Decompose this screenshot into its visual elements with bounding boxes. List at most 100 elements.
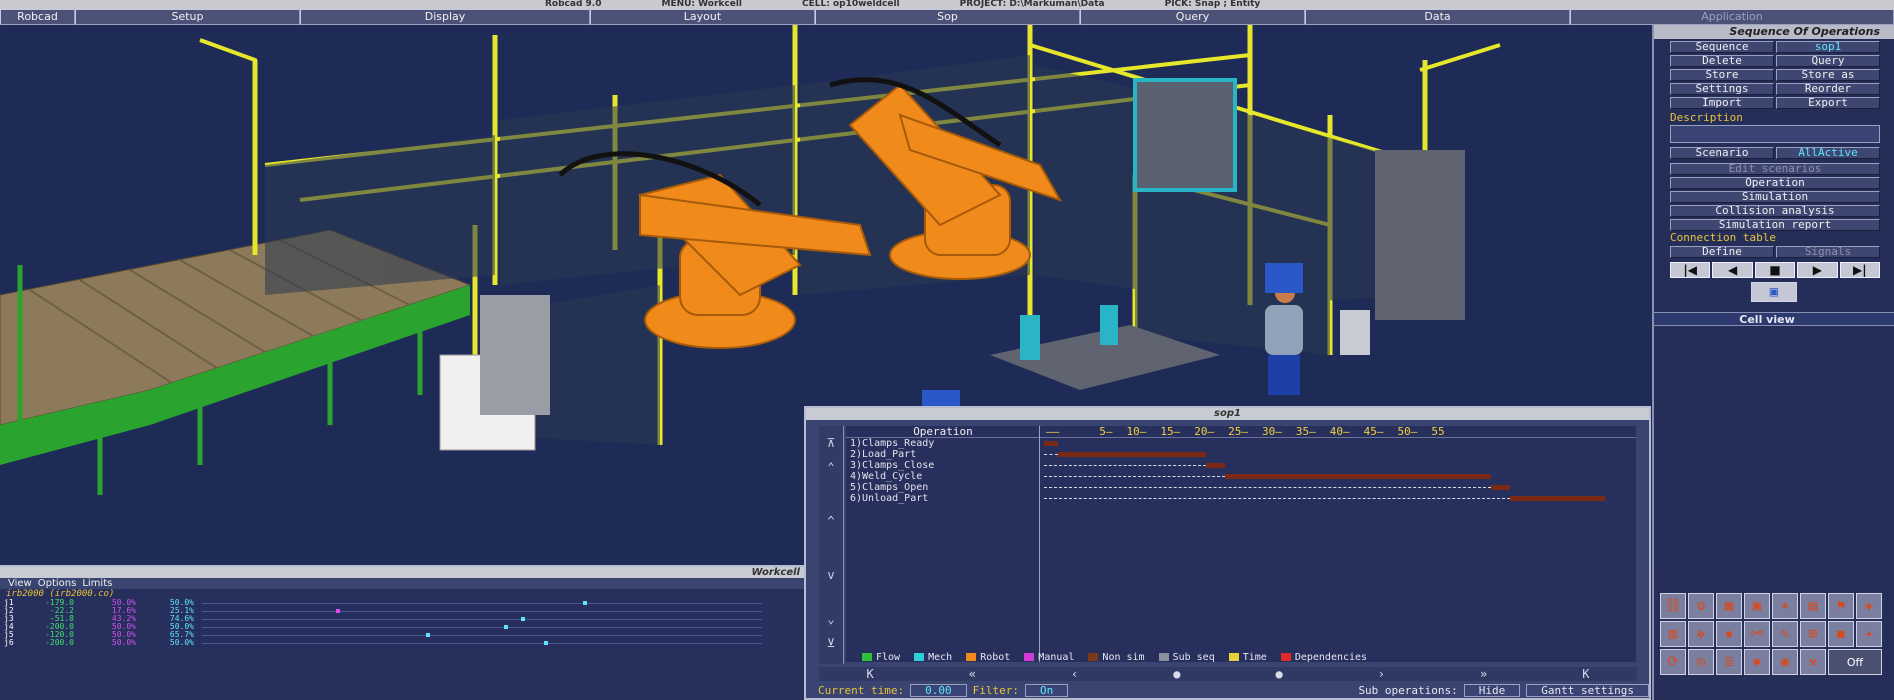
off-button[interactable]: Off [1828,649,1882,675]
menu-application[interactable]: Application [1570,9,1894,25]
settings-button[interactable]: Settings [1670,83,1774,95]
grid-icon[interactable]: ▦ [1716,593,1742,619]
table-icon[interactable]: ▥ [1660,621,1686,647]
paint-icon[interactable]: ✎ [1772,621,1798,647]
workcell-menu-view[interactable]: View [8,578,32,589]
robot-icon[interactable]: ✶ [1772,593,1798,619]
flag-icon[interactable]: ⚑ [1828,593,1854,619]
camera-icon[interactable]: ▣ [1751,282,1797,302]
gantt-nav-button[interactable]: K [1582,667,1589,681]
page-down-icon[interactable]: ⌄ [824,612,838,626]
sequence-button[interactable]: Sequence [1670,41,1774,53]
query-button[interactable]: Query [1776,55,1880,67]
menu-robcad[interactable]: Robcad [0,9,75,25]
scenario-value[interactable]: AllActive [1776,147,1880,159]
operation-bar[interactable] [1058,452,1206,457]
joint-slider[interactable] [202,631,762,639]
reorder-button[interactable]: Reorder [1776,83,1880,95]
store-button[interactable]: Store [1670,69,1774,81]
page-up-icon[interactable]: ⌃ [824,460,838,474]
export-button[interactable]: Export [1776,97,1880,109]
menu-setup[interactable]: Setup [75,9,300,25]
scroll-top-icon[interactable]: ⊼ [824,436,838,450]
joint-slider[interactable] [202,623,762,631]
gantt-nav-button[interactable]: « [969,667,976,681]
operation-button[interactable]: Operation [1670,177,1880,189]
simulation-report-button[interactable]: Simulation report [1670,219,1880,231]
operation-row[interactable]: 5)Clamps_Open [846,482,1636,493]
stop-icon[interactable]: ■ [1754,262,1796,278]
arm-icon[interactable]: ✱ [1744,649,1770,675]
layers-icon[interactable]: ≣ [1716,649,1742,675]
operation-row[interactable]: 2)Load_Part [846,449,1636,460]
joint-slider-marker[interactable] [336,609,341,613]
target-icon[interactable]: ◎ [1688,649,1714,675]
joint-slider-marker[interactable] [426,633,430,637]
gantt-nav-button[interactable]: K [867,667,874,681]
description-field[interactable] [1670,125,1880,143]
rewind-icon[interactable]: |◀ [1670,262,1711,278]
operation-bar[interactable] [1491,485,1511,490]
gantt-nav-button[interactable]: ● [1276,667,1283,681]
wrench-icon[interactable]: ⚒ [1800,649,1826,675]
operation-bar[interactable] [1044,441,1059,446]
scroll-up-icon[interactable]: ^ [824,514,838,528]
operation-row[interactable]: 4)Weld_Cycle [846,471,1636,482]
gantt-nav-button[interactable]: » [1480,667,1487,681]
chart-icon[interactable]: ▤ [1800,593,1826,619]
legend-manual[interactable]: Manual [1024,650,1074,664]
define-button[interactable]: Define [1670,246,1774,258]
menu-query[interactable]: Query [1080,9,1305,25]
legend-time[interactable]: Time [1228,650,1267,664]
play-icon[interactable]: ▶ [1797,262,1838,278]
link-icon[interactable]: ⚯ [1744,621,1770,647]
operation-bar[interactable] [1510,496,1606,501]
joint-slider[interactable] [202,607,762,615]
scenario-button[interactable]: Scenario [1670,147,1774,159]
joint-slider[interactable] [202,615,762,623]
fixture-icon[interactable]: ⊞ [1800,621,1826,647]
gantt-settings-button[interactable]: Gantt settings [1526,683,1649,697]
cube-icon[interactable]: ◼ [1828,621,1854,647]
legend-dependencies[interactable]: Dependencies [1280,650,1367,664]
menu-layout[interactable]: Layout [590,9,815,25]
store-as-button[interactable]: Store as [1776,69,1880,81]
filter-field[interactable]: On [1024,683,1069,697]
operation-bar[interactable] [1205,463,1225,468]
sensor-icon[interactable]: ◉ [1772,649,1798,675]
fast-forward-icon[interactable]: ▶| [1839,262,1881,278]
legend-non-sim[interactable]: Non sim [1088,650,1145,664]
sequence-value[interactable]: sop1 [1776,41,1880,53]
edit-scenarios-button[interactable]: Edit scenarios [1670,163,1880,175]
tool-icon-b[interactable]: ✦ [1856,621,1882,647]
operation-row[interactable]: 1)Clamps_Ready [846,438,1636,449]
menu-display[interactable]: Display [300,9,590,25]
workcell-menu-options[interactable]: Options [38,578,77,589]
workcell-menu-limits[interactable]: Limits [82,578,112,589]
sub-operations-field[interactable]: Hide [1463,683,1521,697]
menu-data[interactable]: Data [1305,9,1570,25]
simulation-button[interactable]: Simulation [1670,191,1880,203]
joint-slider-marker[interactable] [504,625,509,629]
operation-row[interactable]: 3)Clamps_Close [846,460,1636,471]
legend-flow[interactable]: Flow [862,650,900,664]
gantt-nav-button[interactable]: › [1378,667,1385,681]
joint-slider-marker[interactable] [543,641,548,645]
weld-icon[interactable]: ✹ [1716,621,1742,647]
joint-slider-marker[interactable] [521,617,526,621]
tool-icon-a[interactable]: ✚ [1856,593,1882,619]
gantt-nav-button[interactable]: ‹ [1071,667,1078,681]
refresh-icon[interactable]: ⟳ [1660,649,1686,675]
joint-slider[interactable] [202,639,762,647]
gantt-nav-button[interactable]: ● [1173,667,1180,681]
operation-row[interactable]: 6)Unload_Part [846,493,1636,504]
joint-slider-marker[interactable] [582,601,587,605]
legend-robot[interactable]: Robot [966,650,1010,664]
signals-button[interactable]: Signals [1776,246,1880,258]
legend-mech[interactable]: Mech [914,650,952,664]
chain-icon[interactable]: ⛓ [1660,593,1686,619]
legend-sub-seq[interactable]: Sub seq [1158,650,1215,664]
gear-icon[interactable]: ⚙ [1688,593,1714,619]
scroll-down-icon[interactable]: v [824,568,838,582]
import-button[interactable]: Import [1670,97,1774,109]
